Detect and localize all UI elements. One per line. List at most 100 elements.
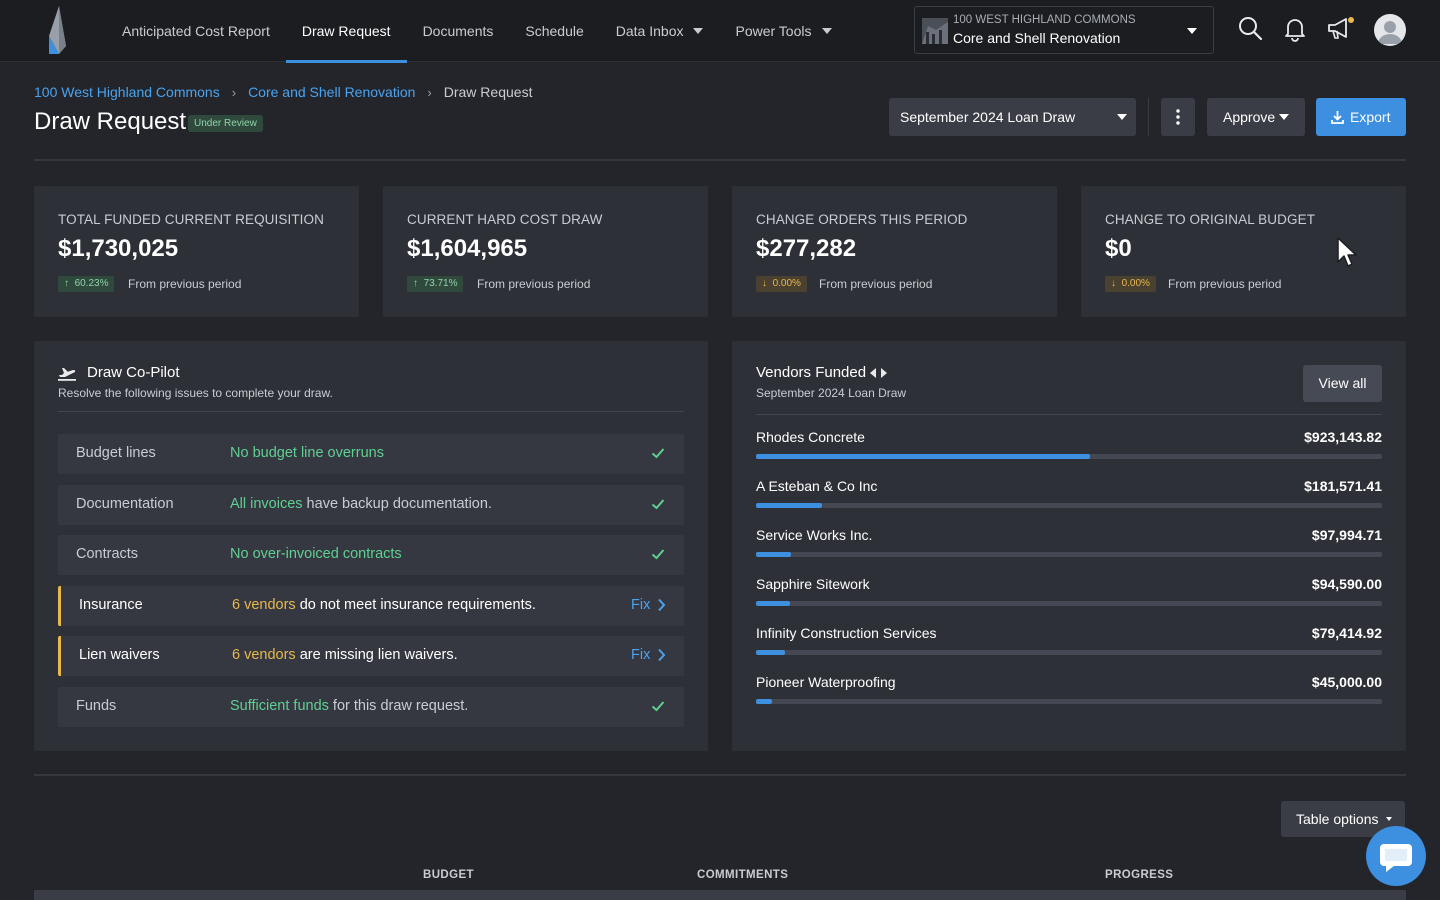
nav-label: Data Inbox (615, 23, 684, 39)
vendor-row[interactable]: Service Works Inc. $97,994.71 (756, 513, 1382, 562)
change-value: 0.00% (1121, 278, 1150, 289)
vendor-amount: $79,414.92 (1311, 625, 1382, 641)
nav-item-anticipated-cost-report[interactable]: Anticipated Cost Report (106, 0, 286, 62)
change-chip: ↓ 0.00% (1105, 276, 1156, 292)
vendor-bar-track (756, 503, 1382, 508)
vendor-bar-track (756, 454, 1382, 459)
breadcrumb-link-project[interactable]: Core and Shell Renovation (248, 84, 415, 100)
view-all-button[interactable]: View all (1303, 365, 1382, 402)
vendor-row-partial[interactable] (756, 709, 1382, 727)
chevron-down-icon (1279, 114, 1289, 120)
vendor-amount: $923,143.82 (1304, 429, 1382, 445)
fix-lien-waivers-link[interactable]: Fix (631, 647, 666, 663)
stat-value: $277,282 (756, 235, 857, 262)
issue-message: All invoices have backup documentation. (230, 496, 492, 512)
stat-note: From previous period (128, 277, 242, 291)
vendor-bar-fill (756, 454, 1091, 459)
table-header: BUDGET COMMITMENTS PROGRESS (34, 862, 1406, 890)
vendor-row[interactable]: A Esteban & Co Inc $181,571.41 (756, 464, 1382, 513)
page-title: Draw Request (34, 108, 187, 135)
vendor-bar-fill (756, 650, 785, 655)
change-value: 60.23% (74, 278, 109, 289)
breadcrumb-current: Draw Request (443, 84, 533, 100)
vendors-funded-panel: Vendors Funded September 2024 Loan Draw … (732, 341, 1406, 751)
vendor-amount: $97,994.71 (1311, 527, 1382, 543)
issue-documentation[interactable]: Documentation All invoices have backup d… (58, 485, 684, 525)
sort-arrows-icon[interactable] (870, 368, 887, 378)
issue-message: No over-invoiced contracts (230, 546, 402, 562)
chevron-down-icon (1187, 28, 1197, 34)
vendor-amount: $45,000.00 (1311, 674, 1382, 690)
vendor-name: Pioneer Waterproofing (756, 674, 896, 690)
issue-budget-lines[interactable]: Budget lines No budget line overruns (58, 434, 684, 474)
stat-card-total-funded: TOTAL FUNDED CURRENT REQUISITION $1,730,… (34, 186, 359, 317)
chevron-right-icon (658, 598, 666, 612)
more-options-button[interactable] (1161, 98, 1195, 136)
chevron-right-icon: › (231, 84, 237, 100)
main-nav: Anticipated Cost Report Draw Request Doc… (106, 0, 848, 63)
export-button[interactable]: Export (1316, 98, 1406, 136)
stat-value: $1,604,965 (407, 235, 528, 262)
stat-note: From previous period (819, 277, 933, 291)
vendors-subtitle: September 2024 Loan Draw (756, 386, 907, 400)
vendor-row[interactable]: Pioneer Waterproofing $45,000.00 (756, 660, 1382, 709)
nav-item-power-tools[interactable]: Power Tools (719, 0, 847, 62)
stat-label: CURRENT HARD COST DRAW (407, 212, 603, 227)
approve-button[interactable]: Approve (1207, 98, 1305, 136)
divider (34, 774, 1406, 776)
divider (34, 159, 1406, 161)
check-icon (651, 499, 665, 510)
project-thumbnail-icon (922, 18, 948, 44)
column-header-commitments[interactable]: COMMITMENTS (697, 869, 788, 881)
vendor-bar-fill (756, 601, 791, 606)
check-icon (651, 448, 665, 459)
issue-name: Documentation (76, 496, 174, 512)
issue-name: Insurance (79, 597, 143, 613)
vendor-row[interactable]: Rhodes Concrete $923,143.82 (756, 415, 1382, 464)
fix-insurance-link[interactable]: Fix (631, 597, 666, 613)
avatar[interactable] (1374, 14, 1406, 46)
issue-insurance[interactable]: Insurance 6 vendors do not meet insuranc… (58, 586, 684, 626)
issue-funds[interactable]: Funds Sufficient funds for this draw req… (58, 687, 684, 727)
breadcrumb: 100 West Highland Commons › Core and She… (34, 84, 532, 100)
nav-label: Documents (422, 23, 494, 39)
vendors-title: Vendors Funded (756, 364, 867, 381)
stat-card-hard-cost-draw: CURRENT HARD COST DRAW $1,604,965 ↑ 73.7… (383, 186, 708, 317)
vendor-name: Infinity Construction Services (756, 625, 937, 641)
column-header-progress[interactable]: PROGRESS (1105, 869, 1173, 881)
megaphone-icon[interactable] (1326, 14, 1354, 42)
search-icon[interactable] (1236, 14, 1264, 42)
stat-label: TOTAL FUNDED CURRENT REQUISITION (58, 212, 324, 227)
nav-item-draw-request[interactable]: Draw Request (285, 0, 407, 63)
toolbar-divider (1148, 98, 1149, 136)
nav-item-data-inbox[interactable]: Data Inbox (600, 0, 720, 62)
vendor-bar-track (756, 699, 1382, 704)
issue-contracts[interactable]: Contracts No over-invoiced contracts (58, 535, 684, 575)
plane-icon (58, 368, 76, 381)
nav-item-schedule[interactable]: Schedule (509, 0, 599, 62)
issue-message: 6 vendors do not meet insurance requirem… (232, 597, 536, 613)
chat-icon (1380, 844, 1412, 872)
vendor-bar-fill (756, 552, 792, 557)
chat-button[interactable] (1366, 826, 1426, 886)
status-badge: Under Review (188, 115, 263, 132)
issue-name: Budget lines (76, 445, 156, 461)
table-options-label: Table options (1296, 811, 1379, 827)
breadcrumb-link-property[interactable]: 100 West Highland Commons (34, 84, 220, 100)
bell-icon[interactable] (1281, 14, 1309, 42)
column-header-budget[interactable]: BUDGET (423, 869, 474, 881)
logo-icon[interactable] (46, 6, 72, 54)
issue-lien-waivers[interactable]: Lien waivers 6 vendors are missing lien … (58, 636, 684, 676)
project-selector[interactable]: 100 WEST HIGHLAND COMMONS Core and Shell… (914, 6, 1214, 54)
vendor-row[interactable]: Sapphire Sitework $94,590.00 (756, 562, 1382, 611)
change-value: 73.71% (423, 278, 458, 289)
nav-item-documents[interactable]: Documents (407, 0, 510, 62)
vendor-name: Rhodes Concrete (756, 429, 865, 445)
vendor-row[interactable]: Infinity Construction Services $79,414.9… (756, 611, 1382, 660)
divider (58, 411, 684, 412)
chevron-down-icon (821, 28, 832, 34)
issue-name: Lien waivers (79, 647, 160, 663)
chevron-right-icon (658, 648, 666, 662)
draw-select[interactable]: September 2024 Loan Draw (889, 98, 1136, 136)
issue-name: Funds (76, 698, 117, 714)
